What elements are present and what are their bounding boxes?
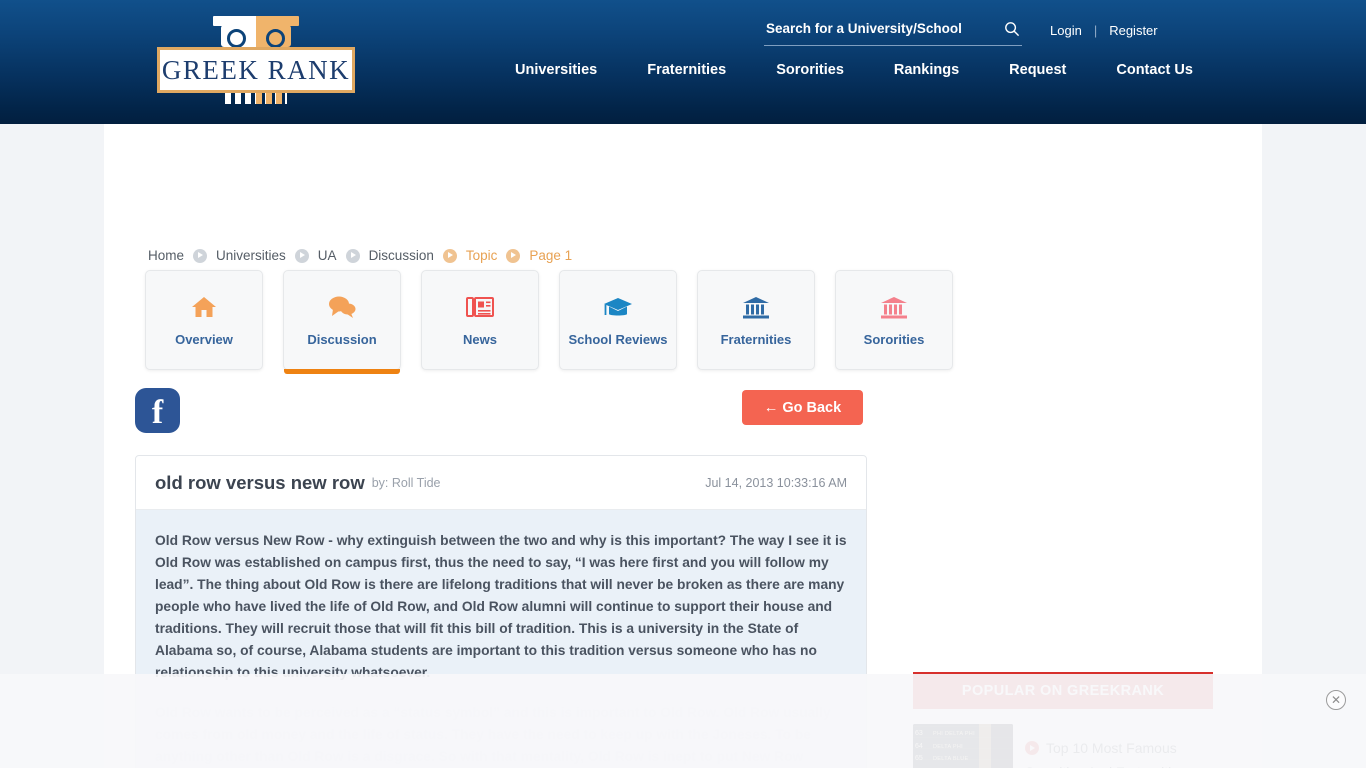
newspaper-icon: [466, 294, 494, 320]
tab-sororities[interactable]: Sororities: [835, 270, 953, 370]
post-paragraph: Old Row versus New Row - why extinguish …: [155, 533, 847, 680]
nav-item-request[interactable]: Request: [984, 62, 1091, 78]
chat-bubbles-icon: [328, 294, 356, 320]
facebook-icon[interactable]: f: [135, 388, 180, 433]
chevron-right-icon: [345, 248, 360, 263]
tab-discussion[interactable]: Discussion: [283, 270, 401, 374]
search-box[interactable]: [764, 20, 1022, 46]
tab-label: Discussion: [307, 331, 377, 347]
breadcrumb-item-page-1: Page 1: [529, 248, 573, 263]
site-header: GREEK RANK Login | Register Universities…: [0, 0, 1366, 124]
home-icon: [191, 294, 217, 320]
nav-item-sororities[interactable]: Sororities: [751, 62, 869, 78]
tab-news[interactable]: News: [421, 270, 539, 370]
breadcrumb-item-discussion[interactable]: Discussion: [369, 248, 434, 263]
page-body: Home Universities UA Discussion Topic Pa…: [0, 124, 1366, 768]
go-back-button[interactable]: ← Go Back: [742, 390, 863, 425]
tab-label: Overview: [175, 331, 233, 347]
logo-text: GREEK RANK: [161, 54, 351, 85]
breadcrumb-item-home[interactable]: Home: [148, 248, 184, 263]
nav-item-rankings[interactable]: Rankings: [869, 62, 984, 78]
content-area: Home Universities UA Discussion Topic Pa…: [104, 124, 1262, 768]
breadcrumb-item-topic[interactable]: Topic: [466, 248, 498, 263]
nav-item-contact-us[interactable]: Contact Us: [1091, 62, 1218, 78]
post-author: by: Roll Tide: [371, 475, 441, 490]
auth-separator: |: [1093, 23, 1098, 38]
tab-label: News: [463, 331, 497, 347]
sticky-ad-overlay: [0, 674, 1366, 768]
breadcrumb-item-universities[interactable]: Universities: [216, 248, 286, 263]
logo-plate: GREEK RANK: [157, 47, 355, 93]
breadcrumb: Home Universities UA Discussion Topic Pa…: [148, 248, 572, 263]
breadcrumb-item-ua[interactable]: UA: [318, 248, 337, 263]
post-title: old row versus new row: [155, 471, 365, 493]
search-input[interactable]: [764, 21, 994, 40]
tab-overview[interactable]: Overview: [145, 270, 263, 370]
nav-item-universities[interactable]: Universities: [490, 62, 622, 78]
logo-scroll-icon: [221, 25, 291, 48]
tab-school-reviews[interactable]: School Reviews: [559, 270, 677, 370]
search-icon[interactable]: [1004, 21, 1020, 37]
login-link[interactable]: Login: [1050, 23, 1082, 38]
bank-icon: [880, 294, 908, 320]
tab-label: Sororities: [863, 331, 925, 347]
main-navigation: Universities Fraternities Sororities Ran…: [490, 62, 1218, 78]
close-circle-icon[interactable]: ✕: [1326, 690, 1346, 710]
nav-item-fraternities[interactable]: Fraternities: [622, 62, 751, 78]
post-header: old row versus new row by: Roll Tide Jul…: [136, 456, 866, 510]
chevron-right-icon: [294, 248, 309, 263]
chevron-right-icon: [442, 248, 457, 263]
section-tabs: Overview Discussion News School Reviews …: [135, 270, 963, 374]
tab-label: Fraternities: [720, 331, 792, 347]
graduation-cap-icon: [603, 294, 633, 320]
site-logo[interactable]: GREEK RANK: [157, 12, 355, 110]
chevron-right-icon: [506, 248, 521, 263]
facebook-glyph: f: [151, 393, 164, 431]
bank-icon: [742, 294, 770, 320]
register-link[interactable]: Register: [1109, 23, 1157, 38]
auth-links: Login | Register: [1050, 23, 1158, 38]
tab-label: School Reviews: [568, 331, 668, 347]
chevron-right-icon: [193, 248, 208, 263]
tab-fraternities[interactable]: Fraternities: [697, 270, 815, 370]
post-timestamp: Jul 14, 2013 10:33:16 AM: [705, 475, 847, 490]
